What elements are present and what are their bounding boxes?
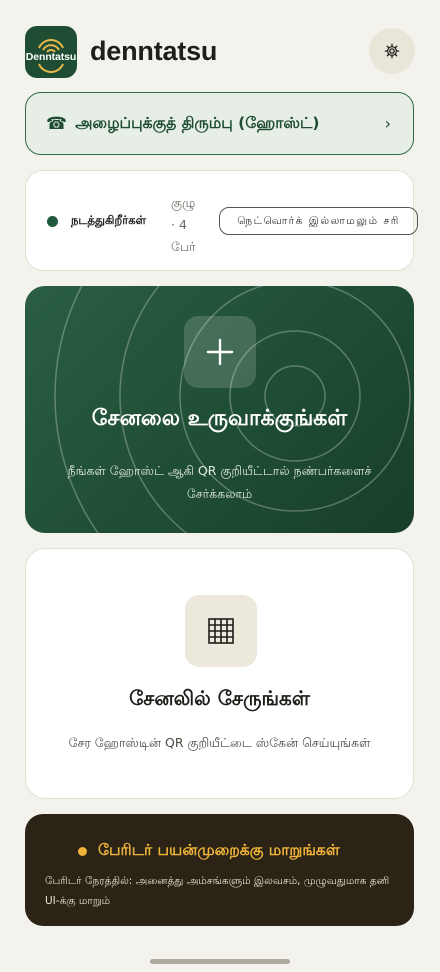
disaster-mode-card[interactable]: பேரிடர் பயன்முறைக்கு மாறுங்கள் பேரிடர் ந… (25, 814, 414, 926)
phone-icon: ☎ (46, 113, 68, 134)
member-count-unit: பேர் (171, 239, 196, 254)
add-icon (184, 316, 256, 388)
member-count-group: குழு (171, 195, 196, 210)
app-logo: Denntatsu (25, 25, 77, 78)
app-header: Denntatsu denntatsu (25, 25, 415, 78)
disaster-mode-indicator (78, 847, 87, 856)
create-channel-card[interactable]: சேனலை உருவாக்குங்கள் நீங்கள் ஹோஸ்ட் ஆகி … (25, 286, 414, 533)
join-channel-title: சேனலில் சேருங்கள் (129, 686, 310, 710)
logo-text: Denntatsu (25, 50, 77, 63)
disaster-mode-subtitle: பேரிடர் நேரத்தில்: அனைத்து அம்சங்களும் இ… (45, 875, 390, 907)
disaster-mode-title: பேரிடர் பயன்முறைக்கு மாறுங்கள் (98, 841, 340, 859)
settings-button[interactable] (369, 28, 415, 74)
create-channel-subtitle: நீங்கள் ஹோஸ்ட் ஆகி QR குறியீட்டால் நண்பர… (67, 463, 372, 501)
hosting-status-card: நடத்துகிறீர்கள் குழு · 4 பேர் நெட்வொர்க்… (25, 170, 418, 271)
offline-ok-badge: நெட்வொர்க் இல்லாமலும் சரி (219, 207, 418, 235)
app-title: denntatsu (90, 36, 218, 66)
return-to-call-button[interactable]: ☎ அழைப்புக்குத் திரும்பு (ஹோஸ்ட்) › (25, 92, 414, 155)
qr-grid-icon (185, 595, 257, 667)
join-channel-subtitle: சேர ஹோஸ்டின் QR குறியீட்டை ஸ்கேன் செய்யு… (68, 735, 371, 750)
member-count-number: · 4 (171, 217, 187, 232)
join-channel-card[interactable]: சேனலில் சேருங்கள் சேர ஹோஸ்டின் QR குறியீ… (25, 548, 414, 799)
home-indicator[interactable] (150, 959, 290, 964)
chevron-right-icon: › (384, 114, 391, 133)
status-label: நடத்துகிறீர்கள் (71, 213, 146, 227)
create-channel-title: சேனலை உருவாக்குங்கள் (91, 406, 348, 431)
return-to-call-label: அழைப்புக்குத் திரும்பு (ஹோஸ்ட்) (75, 113, 320, 132)
gear-icon (384, 43, 400, 59)
member-count: குழு · 4 பேர் (171, 192, 201, 258)
status-indicator (47, 216, 58, 227)
